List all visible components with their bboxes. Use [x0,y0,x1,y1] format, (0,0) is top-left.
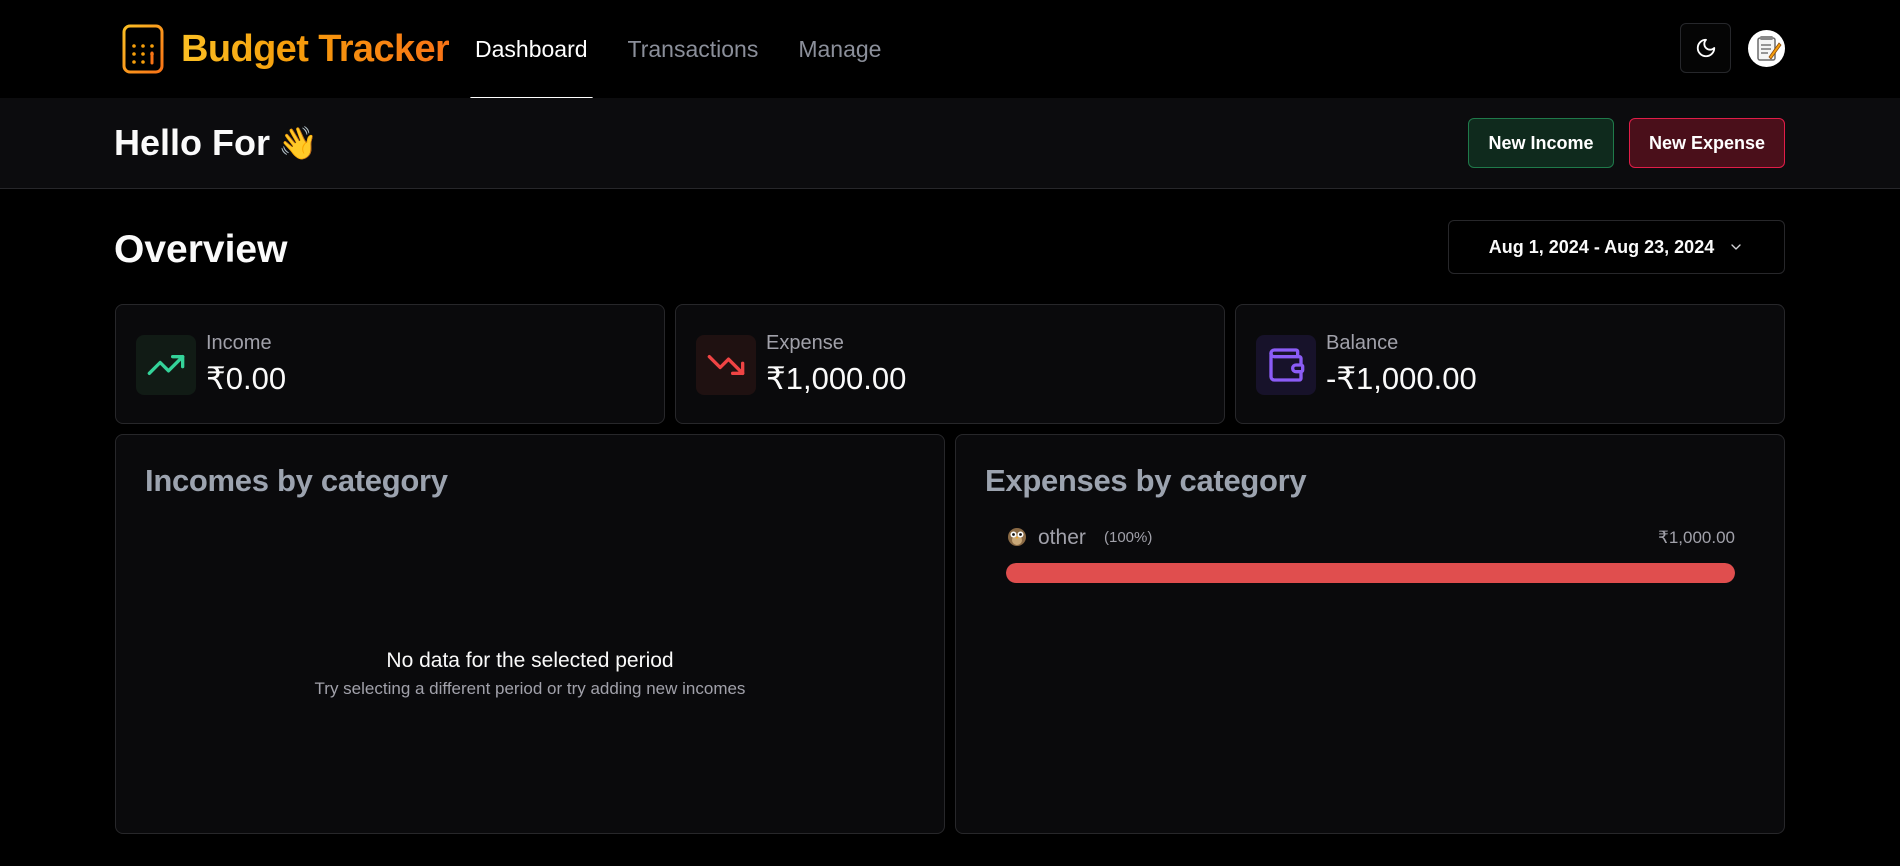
expense-label: Expense [766,332,844,354]
category-name: other [1038,526,1086,549]
page-title: Overview [114,228,288,271]
balance-stat-card: Balance -₹1,000.00 [1235,304,1785,424]
income-stat-card: Income ₹0.00 [115,304,665,424]
expense-stat-card: Expense ₹1,000.00 [675,304,1225,424]
brand[interactable]: Budget Tracker [121,22,450,76]
income-label: Income [206,332,272,354]
balance-label: Balance [1326,332,1399,354]
category-progress-track [1006,563,1735,583]
moon-icon [1696,38,1715,58]
waving-hand-icon: 👋 [278,125,318,161]
top-navbar: Budget Tracker Dashboard Transactions Ma… [0,0,1900,100]
category-percent: (100%) [1104,529,1153,546]
empty-state-title: No data for the selected period [386,649,674,672]
avatar[interactable] [1748,30,1785,67]
incomes-by-category-title: Incomes by category [145,463,448,498]
nav-dashboard[interactable]: Dashboard [470,0,593,100]
balance-value: -₹1,000.00 [1326,361,1477,396]
app-name: Budget Tracker [181,27,450,70]
calculator-icon [122,24,164,74]
theme-toggle-button[interactable] [1680,23,1731,73]
trending-down-icon [696,335,756,395]
nav-manage[interactable]: Manage [793,0,886,98]
date-range-value: Aug 1, 2024 - Aug 23, 2024 [1488,236,1715,257]
trending-up-icon [136,335,196,395]
notepad-icon [1756,35,1782,61]
owl-icon [1006,525,1028,547]
greeting-text: Hello For [114,122,271,163]
main-nav: Dashboard Transactions Manage [470,0,916,100]
incomes-by-category-card: Incomes by category No data for the sele… [115,434,945,834]
greeting-bar: Hello For 👋 New Income New Expense [0,98,1900,189]
expense-value: ₹1,000.00 [766,361,907,396]
wallet-icon [1256,335,1316,395]
empty-state-subtitle: Try selecting a different period or try … [314,679,746,698]
category-progress-fill [1006,563,1735,583]
expenses-by-category-card: Expenses by category other (100%) ₹1,000… [955,434,1785,834]
nav-transactions[interactable]: Transactions [623,0,764,98]
greeting: Hello For 👋 [114,120,318,166]
date-range-picker[interactable]: Aug 1, 2024 - Aug 23, 2024 [1448,220,1785,274]
income-value: ₹0.00 [206,361,287,396]
category-row: other (100%) ₹1,000.00 [1006,525,1735,585]
new-expense-button[interactable]: New Expense [1629,118,1785,168]
chevron-down-icon [1731,244,1741,250]
new-income-button[interactable]: New Income [1468,118,1614,168]
expenses-by-category-title: Expenses by category [985,463,1307,498]
category-amount: ₹1,000.00 [1658,528,1735,547]
